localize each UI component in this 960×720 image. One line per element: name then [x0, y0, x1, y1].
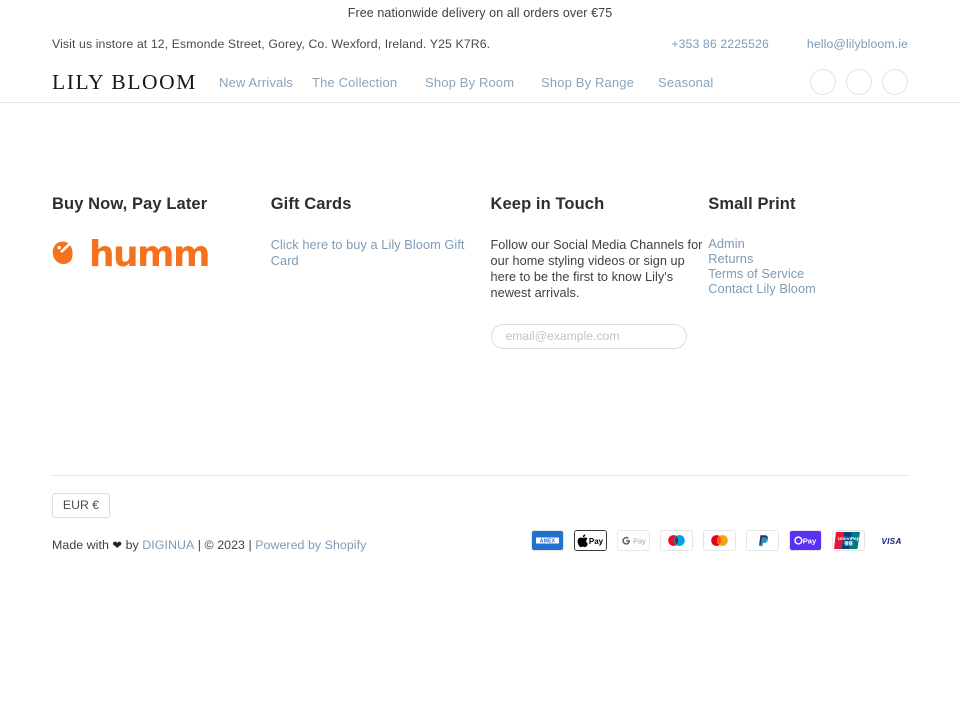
apple-pay-icon: Pay [574, 529, 607, 551]
phone-link[interactable]: +353 86 2225526 [671, 37, 769, 51]
store-address: Visit us instore at 12, Esmonde Street, … [52, 37, 491, 51]
footer-bottom-bar: EUR € Made with ❤ by DIGINUA | © 2023 | … [0, 476, 960, 552]
contact-strip: Visit us instore at 12, Esmonde Street, … [0, 26, 960, 62]
link-admin[interactable]: Admin [708, 236, 908, 251]
main-navigation: New Arrivals The Collection Shop By Room… [219, 75, 810, 90]
link-powered-by-shopify[interactable]: Powered by Shopify [255, 538, 366, 552]
unionpay-icon: UnionPay 银联 [832, 529, 865, 551]
humm-bird-icon [52, 241, 73, 264]
maestro-icon [660, 529, 693, 551]
footer-columns: Buy Now, Pay Later humm Gift Cards Click… [52, 195, 908, 349]
page-root: Free nationwide delivery on all orders o… [0, 0, 960, 720]
newsletter-form [490, 323, 709, 349]
credit-separator-2: | [244, 537, 256, 552]
footer-heading-small-print: Small Print [708, 195, 796, 213]
copyright-text: © 2023 [204, 537, 245, 552]
credit-prefix: Made with [52, 537, 113, 552]
svg-text:AMEX: AMEX [540, 538, 556, 544]
keep-in-touch-body: Follow our Social Media Channels for our… [490, 237, 703, 301]
svg-text:Pay: Pay [803, 536, 817, 545]
humm-wordmark: humm [89, 233, 210, 275]
footer-heading-keep-in-touch: Keep in Touch [490, 195, 605, 213]
link-diginua[interactable]: DIGINUA [142, 538, 194, 552]
nav-item-shop-by-room[interactable]: Shop By Room [425, 75, 541, 90]
search-icon[interactable] [810, 69, 836, 95]
footer: Buy Now, Pay Later humm Gift Cards Click… [0, 103, 960, 476]
account-icon[interactable] [846, 69, 872, 95]
svg-text:银联: 银联 [844, 540, 853, 547]
link-contact-lily-bloom[interactable]: Contact Lily Bloom [708, 281, 908, 296]
site-header: LILY BLOOM New Arrivals The Collection S… [0, 62, 960, 103]
mastercard-icon [703, 529, 736, 551]
svg-text:Pay: Pay [589, 537, 604, 546]
svg-text:Pay: Pay [633, 536, 646, 545]
footer-heading-buy-now-pay-later: Buy Now, Pay Later [52, 195, 208, 213]
header-icon-group [810, 69, 908, 95]
paypal-icon [746, 529, 779, 551]
payment-icons: AMEX Pay Pay Pay UnionPay 银联 VISA [531, 529, 908, 551]
amex-icon: AMEX [531, 529, 564, 551]
link-terms-of-service[interactable]: Terms of Service [708, 266, 908, 281]
humm-logo[interactable]: humm [52, 233, 271, 275]
nav-item-the-collection[interactable]: The Collection [312, 75, 425, 90]
link-returns[interactable]: Returns [708, 251, 908, 266]
contact-links: +353 86 2225526 hello@lilybloom.ie [671, 37, 908, 51]
gift-card-link[interactable]: Click here to buy a Lily Bloom Gift Card [271, 237, 491, 270]
visa-icon: VISA [875, 529, 908, 551]
nav-item-seasonal[interactable]: Seasonal [658, 75, 748, 90]
google-pay-icon: Pay [617, 529, 650, 551]
small-print-links: Admin Returns Terms of Service Contact L… [708, 236, 908, 297]
footer-column-buy-now-pay-later: Buy Now, Pay Later humm [52, 195, 271, 273]
footer-heading-gift-cards: Gift Cards [270, 195, 352, 213]
credit-separator-1: | [194, 537, 205, 552]
announcement-bar: Free nationwide delivery on all orders o… [0, 0, 960, 26]
heart-icon: ❤ [112, 539, 123, 552]
nav-item-shop-by-range[interactable]: Shop By Range [541, 75, 658, 90]
credit-by: by [122, 537, 143, 552]
footer-column-small-print: Small Print Admin Returns Terms of Servi… [708, 195, 908, 297]
cart-icon[interactable] [882, 69, 908, 95]
currency-selector[interactable]: EUR € [52, 492, 110, 518]
site-logo[interactable]: LILY BLOOM [52, 70, 197, 95]
announcement-text: Free nationwide delivery on all orders o… [347, 6, 613, 20]
shop-pay-icon: Pay [789, 529, 822, 551]
email-link[interactable]: hello@lilybloom.ie [807, 37, 908, 51]
footer-column-keep-in-touch: Keep in Touch Follow our Social Media Ch… [490, 195, 709, 349]
footer-column-gift-cards: Gift Cards Click here to buy a Lily Bloo… [271, 195, 491, 270]
svg-text:VISA: VISA [881, 537, 901, 546]
newsletter-email-input[interactable] [490, 323, 687, 349]
nav-item-new-arrivals[interactable]: New Arrivals [219, 75, 312, 90]
